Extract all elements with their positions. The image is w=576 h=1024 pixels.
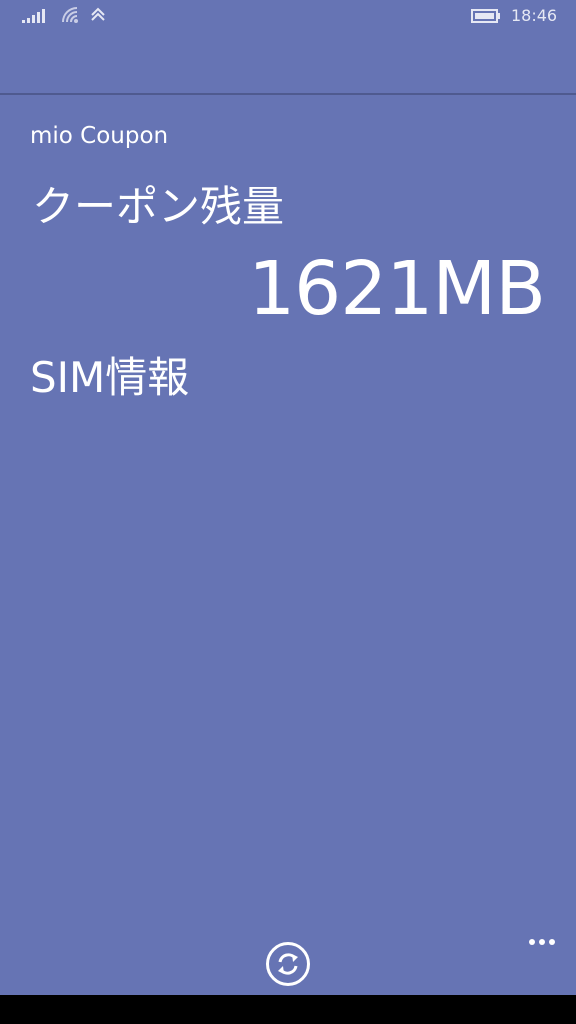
sim-info-heading[interactable]: SIM情報: [30, 350, 189, 406]
header-divider: [0, 93, 576, 95]
system-nav-bar: [0, 995, 576, 1024]
battery-icon: [471, 9, 500, 23]
app-title: mio Coupon: [30, 123, 169, 149]
status-bar: 18:46: [0, 0, 576, 34]
data-connection-icon: [91, 7, 105, 21]
more-icon[interactable]: [522, 930, 562, 954]
refresh-icon[interactable]: [265, 941, 311, 987]
signal-icon: [22, 9, 45, 23]
status-time: 18:46: [511, 6, 558, 25]
wifi-icon: [62, 7, 78, 23]
coupon-remaining-value: 1621MB: [248, 246, 546, 332]
coupon-remaining-label: クーポン残量: [32, 182, 285, 231]
app-screen: 18:46 mio Coupon クーポン残量 1621MB SIM情報: [0, 0, 576, 995]
